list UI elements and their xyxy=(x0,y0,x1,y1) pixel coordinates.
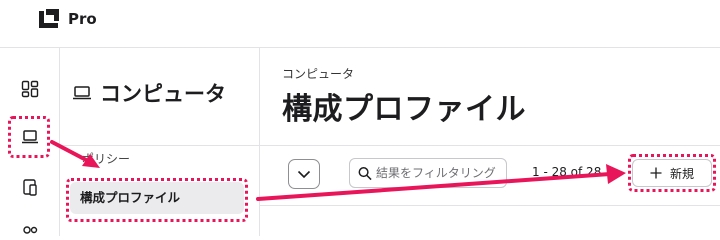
sidebar-divider xyxy=(60,145,260,146)
plus-icon xyxy=(650,167,662,179)
laptop-icon xyxy=(73,86,91,100)
sidebar-header: コンピュータ xyxy=(72,78,226,108)
rail-item-users[interactable] xyxy=(17,220,43,240)
header-divider xyxy=(260,145,720,146)
chevron-down-icon xyxy=(297,170,311,178)
search-icon xyxy=(358,166,372,180)
filter-search[interactable] xyxy=(349,158,507,188)
page-title: 構成プロファイル xyxy=(282,92,526,127)
app-brand: Pro xyxy=(68,10,97,28)
grid-icon xyxy=(21,80,39,98)
top-bar: Pro xyxy=(0,0,720,48)
devices-icon xyxy=(23,179,37,196)
users-icon xyxy=(23,226,38,234)
section-sidebar: コンピュータ ポリシー 構成プロファイル xyxy=(60,48,260,236)
main-content: コンピュータ 構成プロファイル 1 - 28 of 28 新規 xyxy=(260,48,720,236)
laptop-icon xyxy=(22,130,38,144)
filter-search-input[interactable] xyxy=(376,166,506,180)
icon-rail xyxy=(0,48,60,236)
rail-item-dashboard[interactable] xyxy=(17,76,43,102)
rail-item-computers[interactable] xyxy=(17,124,43,150)
new-button[interactable]: 新規 xyxy=(632,159,712,187)
toolbar-divider xyxy=(260,205,720,206)
breadcrumb[interactable]: コンピュータ xyxy=(282,65,354,82)
pagination-count: 1 - 28 of 28 xyxy=(532,165,602,179)
expand-button[interactable] xyxy=(288,159,320,189)
sidebar-section-label: ポリシー xyxy=(82,152,131,166)
rail-item-devices[interactable] xyxy=(17,174,43,200)
new-button-label: 新規 xyxy=(669,166,694,181)
sidebar-title: コンピュータ xyxy=(100,82,226,106)
sidebar-item-configuration-profiles[interactable]: 構成プロファイル xyxy=(70,182,244,214)
app-logo-icon xyxy=(39,9,59,28)
